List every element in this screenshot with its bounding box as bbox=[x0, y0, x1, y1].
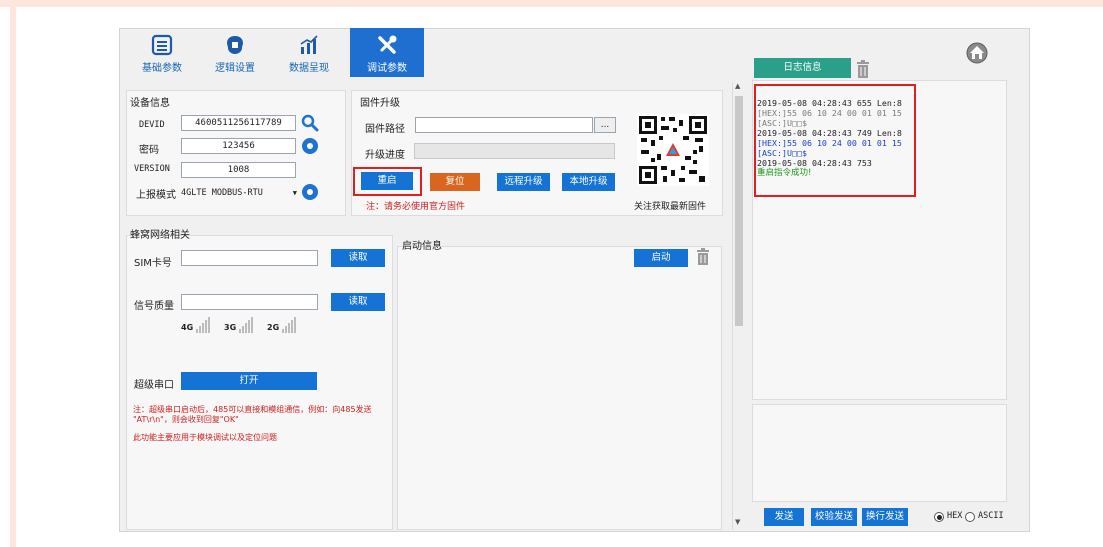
gear-icon[interactable] bbox=[302, 138, 318, 154]
tab-logic-settings[interactable]: 逻辑设置 bbox=[202, 28, 268, 77]
log-line: [ASC:]U□□$ bbox=[757, 148, 807, 158]
tab-basic-params[interactable]: 基础参数 bbox=[129, 28, 195, 77]
serial-note-line2: "AT\r\n"，则会收到回复"OK" bbox=[133, 415, 239, 424]
log-line: [HEX:]55 06 10 24 00 01 01 15 bbox=[757, 108, 902, 118]
log-tab[interactable]: 日志信息 bbox=[754, 58, 851, 78]
reset-button[interactable]: 复位 bbox=[430, 173, 480, 191]
signal-4g-indicator: 4G bbox=[181, 317, 211, 337]
log-line: 2019-05-08 04:28:43 753 bbox=[757, 158, 872, 168]
tab-label: 调试参数 bbox=[367, 63, 407, 74]
boot-info-panel bbox=[397, 246, 722, 530]
version-label: VERSION bbox=[134, 164, 170, 174]
firmware-title: 固件升级 bbox=[360, 98, 400, 109]
password-label: 密码 bbox=[139, 145, 159, 156]
gear-icon[interactable] bbox=[302, 184, 318, 200]
firmware-note: 注：请务必使用官方固件 bbox=[366, 202, 466, 212]
sim-read-button[interactable]: 读取 bbox=[331, 249, 385, 267]
log-line: 2019-05-08 04:28:43 749 Len:8 bbox=[757, 128, 902, 138]
serial-note-line1: 注：超级串口启动后，485可以直接和模组通信，例如：向485发送 bbox=[133, 405, 372, 414]
device-info-title: 设备信息 bbox=[130, 98, 170, 109]
log-line: [ASC:]U□□$ bbox=[757, 118, 807, 128]
chevron-down-icon: ▼ bbox=[292, 189, 297, 197]
super-serial-label: 超级串口 bbox=[134, 380, 174, 391]
signal-input[interactable] bbox=[181, 294, 318, 310]
report-mode-label: 上报模式 bbox=[136, 190, 176, 201]
scroll-down-icon[interactable]: ▼ bbox=[735, 518, 740, 526]
radio-unselected-icon bbox=[965, 512, 975, 522]
progress-label: 升级进度 bbox=[365, 150, 405, 161]
signal-4g-label: 4G bbox=[181, 323, 194, 332]
report-mode-value: 4GLTE MODBUS-RTU bbox=[181, 188, 263, 198]
ascii-radio-label: ASCII bbox=[978, 511, 1004, 521]
signal-label: 信号质量 bbox=[134, 301, 174, 312]
chart-icon bbox=[300, 35, 318, 54]
send-input-area[interactable] bbox=[752, 404, 1007, 502]
firmware-path-input[interactable] bbox=[415, 117, 593, 133]
signal-2g-indicator: 2G bbox=[267, 317, 297, 337]
upgrade-progress-bar bbox=[414, 143, 615, 159]
search-icon[interactable] bbox=[301, 114, 319, 132]
signal-read-button[interactable]: 读取 bbox=[331, 293, 385, 311]
wrench-icon bbox=[378, 35, 397, 54]
log-line: 重启指令成功! bbox=[757, 168, 812, 178]
browse-button[interactable]: ... bbox=[594, 117, 616, 133]
scroll-up-icon[interactable]: ▲ bbox=[735, 82, 740, 90]
trash-icon[interactable] bbox=[696, 248, 710, 265]
list-icon bbox=[151, 34, 173, 56]
report-mode-select[interactable]: 4GLTE MODBUS-RTU ▼ bbox=[181, 185, 299, 201]
log-line: [HEX:]55 06 10 24 00 01 01 15 bbox=[757, 138, 902, 148]
sim-input[interactable] bbox=[181, 250, 318, 266]
left-frame-edge bbox=[10, 7, 16, 547]
log-lines: 2019-05-08 04:28:43 655 Len:8 [HEX:]55 0… bbox=[757, 98, 902, 178]
version-field: 1008 bbox=[181, 162, 296, 178]
serial-note: 注：超级串口启动后，485可以直接和模组通信，例如：向485发送 "AT\r\n… bbox=[133, 405, 391, 425]
tab-data-display[interactable]: 数据呈现 bbox=[276, 28, 342, 77]
boot-start-button[interactable]: 启动 bbox=[634, 249, 688, 267]
newline-send-button[interactable]: 换行发送 bbox=[862, 508, 908, 526]
radio-dot bbox=[937, 515, 942, 520]
tab-label: 逻辑设置 bbox=[215, 63, 255, 74]
brain-chip-icon bbox=[227, 36, 243, 54]
serial-note-line3: 此功能主要应用于模块调试以及定位问题 bbox=[133, 433, 277, 442]
checksum-send-button[interactable]: 校验发送 bbox=[811, 508, 857, 526]
signal-3g-label: 3G bbox=[224, 323, 237, 332]
main-scrollbar[interactable]: ▲ ▼ bbox=[732, 82, 744, 530]
local-upgrade-button[interactable]: 本地升级 bbox=[562, 173, 615, 191]
super-serial-open-button[interactable]: 打开 bbox=[181, 372, 317, 390]
remote-upgrade-button[interactable]: 远程升级 bbox=[497, 173, 550, 191]
hex-radio-label: HEX bbox=[947, 511, 963, 521]
tab-debug-params[interactable]: 调试参数 bbox=[350, 28, 424, 77]
tab-label: 基础参数 bbox=[142, 63, 182, 74]
signal-3g-indicator: 3G bbox=[224, 317, 254, 337]
signal-2g-label: 2G bbox=[267, 323, 280, 332]
home-icon[interactable] bbox=[966, 42, 988, 64]
scrollbar-thumb[interactable] bbox=[735, 96, 743, 326]
tab-label: 数据呈现 bbox=[289, 63, 329, 74]
devid-field[interactable]: 4600511256117789 bbox=[181, 115, 296, 131]
boot-info-title: 启动信息 bbox=[402, 241, 442, 252]
cellular-title: 蜂窝网络相关 bbox=[130, 230, 190, 241]
qr-code-image bbox=[637, 114, 709, 186]
log-line: 2019-05-08 04:28:43 655 Len:8 bbox=[757, 98, 902, 108]
sim-label: SIM卡号 bbox=[134, 258, 172, 269]
password-field[interactable]: 123456 bbox=[181, 138, 296, 154]
devid-label: DEVID bbox=[139, 120, 165, 130]
firmware-path-label: 固件路径 bbox=[365, 124, 405, 135]
send-button[interactable]: 发送 bbox=[764, 508, 804, 526]
restart-highlight-box bbox=[353, 167, 422, 196]
top-frame-edge bbox=[0, 0, 1103, 7]
trash-icon[interactable] bbox=[856, 60, 870, 78]
qr-caption: 关注获取最新固件 bbox=[634, 202, 707, 212]
